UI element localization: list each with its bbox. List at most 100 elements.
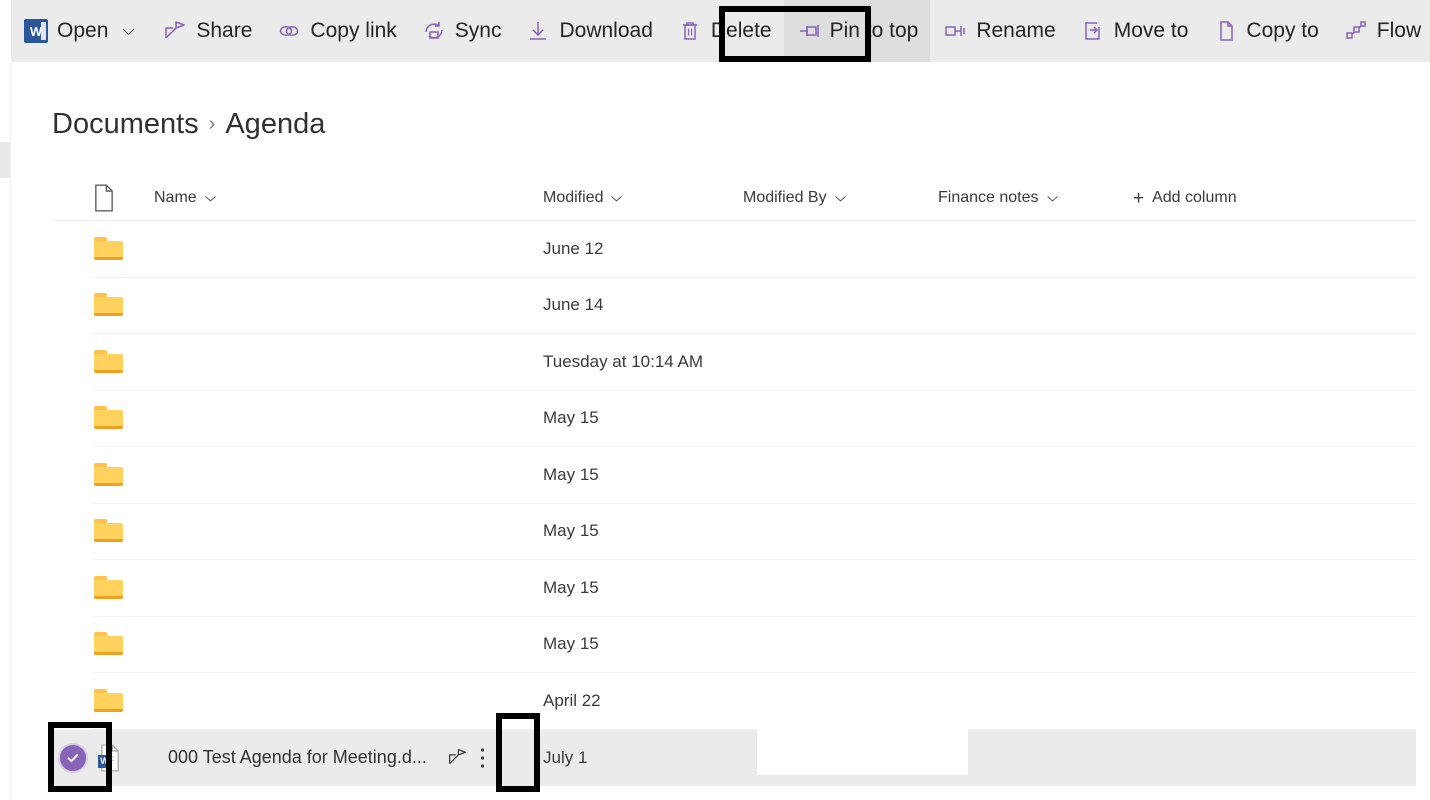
- row-checkbox[interactable]: [52, 391, 92, 448]
- row-modified-by: [743, 504, 938, 560]
- row-name[interactable]: [154, 560, 543, 617]
- column-header-finance-notes[interactable]: Finance notes: [938, 176, 1133, 220]
- row-checkbox[interactable]: [52, 504, 92, 561]
- row-modified: April 22: [543, 673, 743, 730]
- word-document-icon: W: [23, 18, 49, 44]
- more-vertical-icon[interactable]: [468, 747, 498, 769]
- row-name[interactable]: [154, 391, 543, 447]
- command-bar: W Open Share Copy link Sync Download Del…: [11, 0, 1430, 62]
- table-row[interactable]: Tuesday at 10:14 AM: [52, 334, 1416, 391]
- chevron-down-icon[interactable]: [834, 192, 847, 205]
- rename-label: Rename: [976, 19, 1056, 42]
- table-row[interactable]: June 12: [52, 221, 1416, 278]
- column-header-name-label: Name: [154, 189, 197, 206]
- table-row[interactable]: May 15: [52, 560, 1416, 617]
- copy-link-label: Copy link: [310, 19, 397, 42]
- row-finance-notes[interactable]: [938, 334, 1133, 391]
- row-finance-notes[interactable]: [938, 560, 1133, 617]
- row-type-icon: [92, 334, 154, 391]
- row-modified-by: [743, 221, 938, 278]
- row-finance-notes[interactable]: [938, 278, 1133, 334]
- row-name-cell[interactable]: 000 Test Agenda for Meeting.d...: [154, 730, 543, 787]
- row-finance-notes[interactable]: [938, 447, 1133, 504]
- row-checkbox-selected[interactable]: [52, 730, 92, 787]
- pin-icon: [796, 18, 822, 44]
- share-button[interactable]: Share: [150, 0, 264, 62]
- chevron-down-icon[interactable]: [118, 21, 138, 41]
- column-header-modified[interactable]: Modified: [543, 176, 743, 220]
- row-extra: [1133, 504, 1416, 560]
- copy-to-icon: [1212, 18, 1238, 44]
- copy-to-button[interactable]: Copy to: [1200, 0, 1330, 62]
- row-extra: [1133, 391, 1416, 447]
- row-checkbox[interactable]: [52, 278, 92, 335]
- breadcrumb-agenda[interactable]: Agenda: [225, 108, 325, 141]
- chevron-down-icon[interactable]: [204, 192, 217, 205]
- row-type-icon: [92, 278, 154, 334]
- delete-label: Delete: [710, 19, 772, 42]
- row-finance-notes[interactable]: [938, 504, 1133, 560]
- add-column-button[interactable]: + Add column: [1133, 176, 1416, 220]
- chevron-down-icon[interactable]: [610, 192, 623, 205]
- flow-button[interactable]: Flow: [1331, 0, 1430, 62]
- row-name[interactable]: [154, 334, 543, 391]
- row-finance-notes[interactable]: [938, 391, 1133, 447]
- row-type-icon: [92, 673, 154, 730]
- row-name[interactable]: [154, 221, 543, 278]
- row-name[interactable]: [154, 617, 543, 673]
- open-button[interactable]: W Open: [11, 0, 150, 62]
- row-checkbox[interactable]: [52, 617, 92, 674]
- row-checkbox[interactable]: [52, 560, 92, 617]
- folder-icon: [94, 349, 126, 374]
- download-button[interactable]: Download: [513, 0, 664, 62]
- table-row[interactable]: May 15: [52, 447, 1416, 504]
- row-modified: May 15: [543, 617, 743, 673]
- modified-by-cell-focused[interactable]: [757, 725, 968, 775]
- pin-to-top-button[interactable]: Pin to top: [783, 0, 931, 62]
- row-extra: [1133, 221, 1416, 278]
- row-finance-notes[interactable]: [938, 221, 1133, 278]
- file-icon: [95, 184, 113, 212]
- table-row[interactable]: May 15: [52, 504, 1416, 561]
- row-name[interactable]: [154, 447, 543, 504]
- row-extra: [1133, 617, 1416, 673]
- file-type-column-header[interactable]: [92, 184, 154, 212]
- row-finance-notes[interactable]: [938, 673, 1133, 730]
- row-modified-by: [743, 391, 938, 447]
- row-type-icon: [92, 221, 154, 278]
- breadcrumb-documents[interactable]: Documents: [52, 108, 199, 141]
- table-row-selected[interactable]: W 000 Test Agenda for Meeting.d... July …: [52, 729, 1416, 787]
- row-extra: [1133, 447, 1416, 504]
- table-row[interactable]: April 22: [52, 673, 1416, 730]
- chevron-down-icon[interactable]: [1046, 192, 1059, 205]
- column-header-name[interactable]: Name: [154, 176, 543, 220]
- plus-icon: +: [1133, 187, 1145, 209]
- row-finance-notes[interactable]: [938, 617, 1133, 673]
- move-to-button[interactable]: Move to: [1068, 0, 1201, 62]
- rename-button[interactable]: Rename: [930, 0, 1067, 62]
- row-checkbox[interactable]: [52, 334, 92, 391]
- flow-icon: [1343, 18, 1369, 44]
- trash-icon: [677, 18, 703, 44]
- rename-icon: [942, 18, 968, 44]
- row-name[interactable]: [154, 278, 543, 334]
- delete-button[interactable]: Delete: [665, 0, 784, 62]
- row-name[interactable]: 000 Test Agenda for Meeting.d...: [168, 747, 427, 768]
- row-modified: Tuesday at 10:14 AM: [543, 334, 743, 391]
- row-modified: May 15: [543, 391, 743, 447]
- row-checkbox[interactable]: [52, 447, 92, 504]
- sync-button[interactable]: Sync: [409, 0, 514, 62]
- row-name[interactable]: [154, 673, 543, 730]
- row-checkbox[interactable]: [52, 221, 92, 278]
- table-row[interactable]: May 15: [52, 391, 1416, 448]
- share-icon[interactable]: [447, 747, 468, 768]
- copy-link-button[interactable]: Copy link: [264, 0, 408, 62]
- table-row[interactable]: May 15: [52, 617, 1416, 674]
- checkmark-circle-icon[interactable]: [58, 742, 88, 773]
- column-header-modified-by[interactable]: Modified By: [743, 176, 938, 220]
- row-name[interactable]: [154, 504, 543, 560]
- flow-label: Flow: [1376, 19, 1422, 42]
- table-row[interactable]: June 14: [52, 278, 1416, 335]
- row-checkbox[interactable]: [52, 673, 92, 730]
- list-header-row: Name Modified Modified By Finance notes …: [52, 176, 1416, 221]
